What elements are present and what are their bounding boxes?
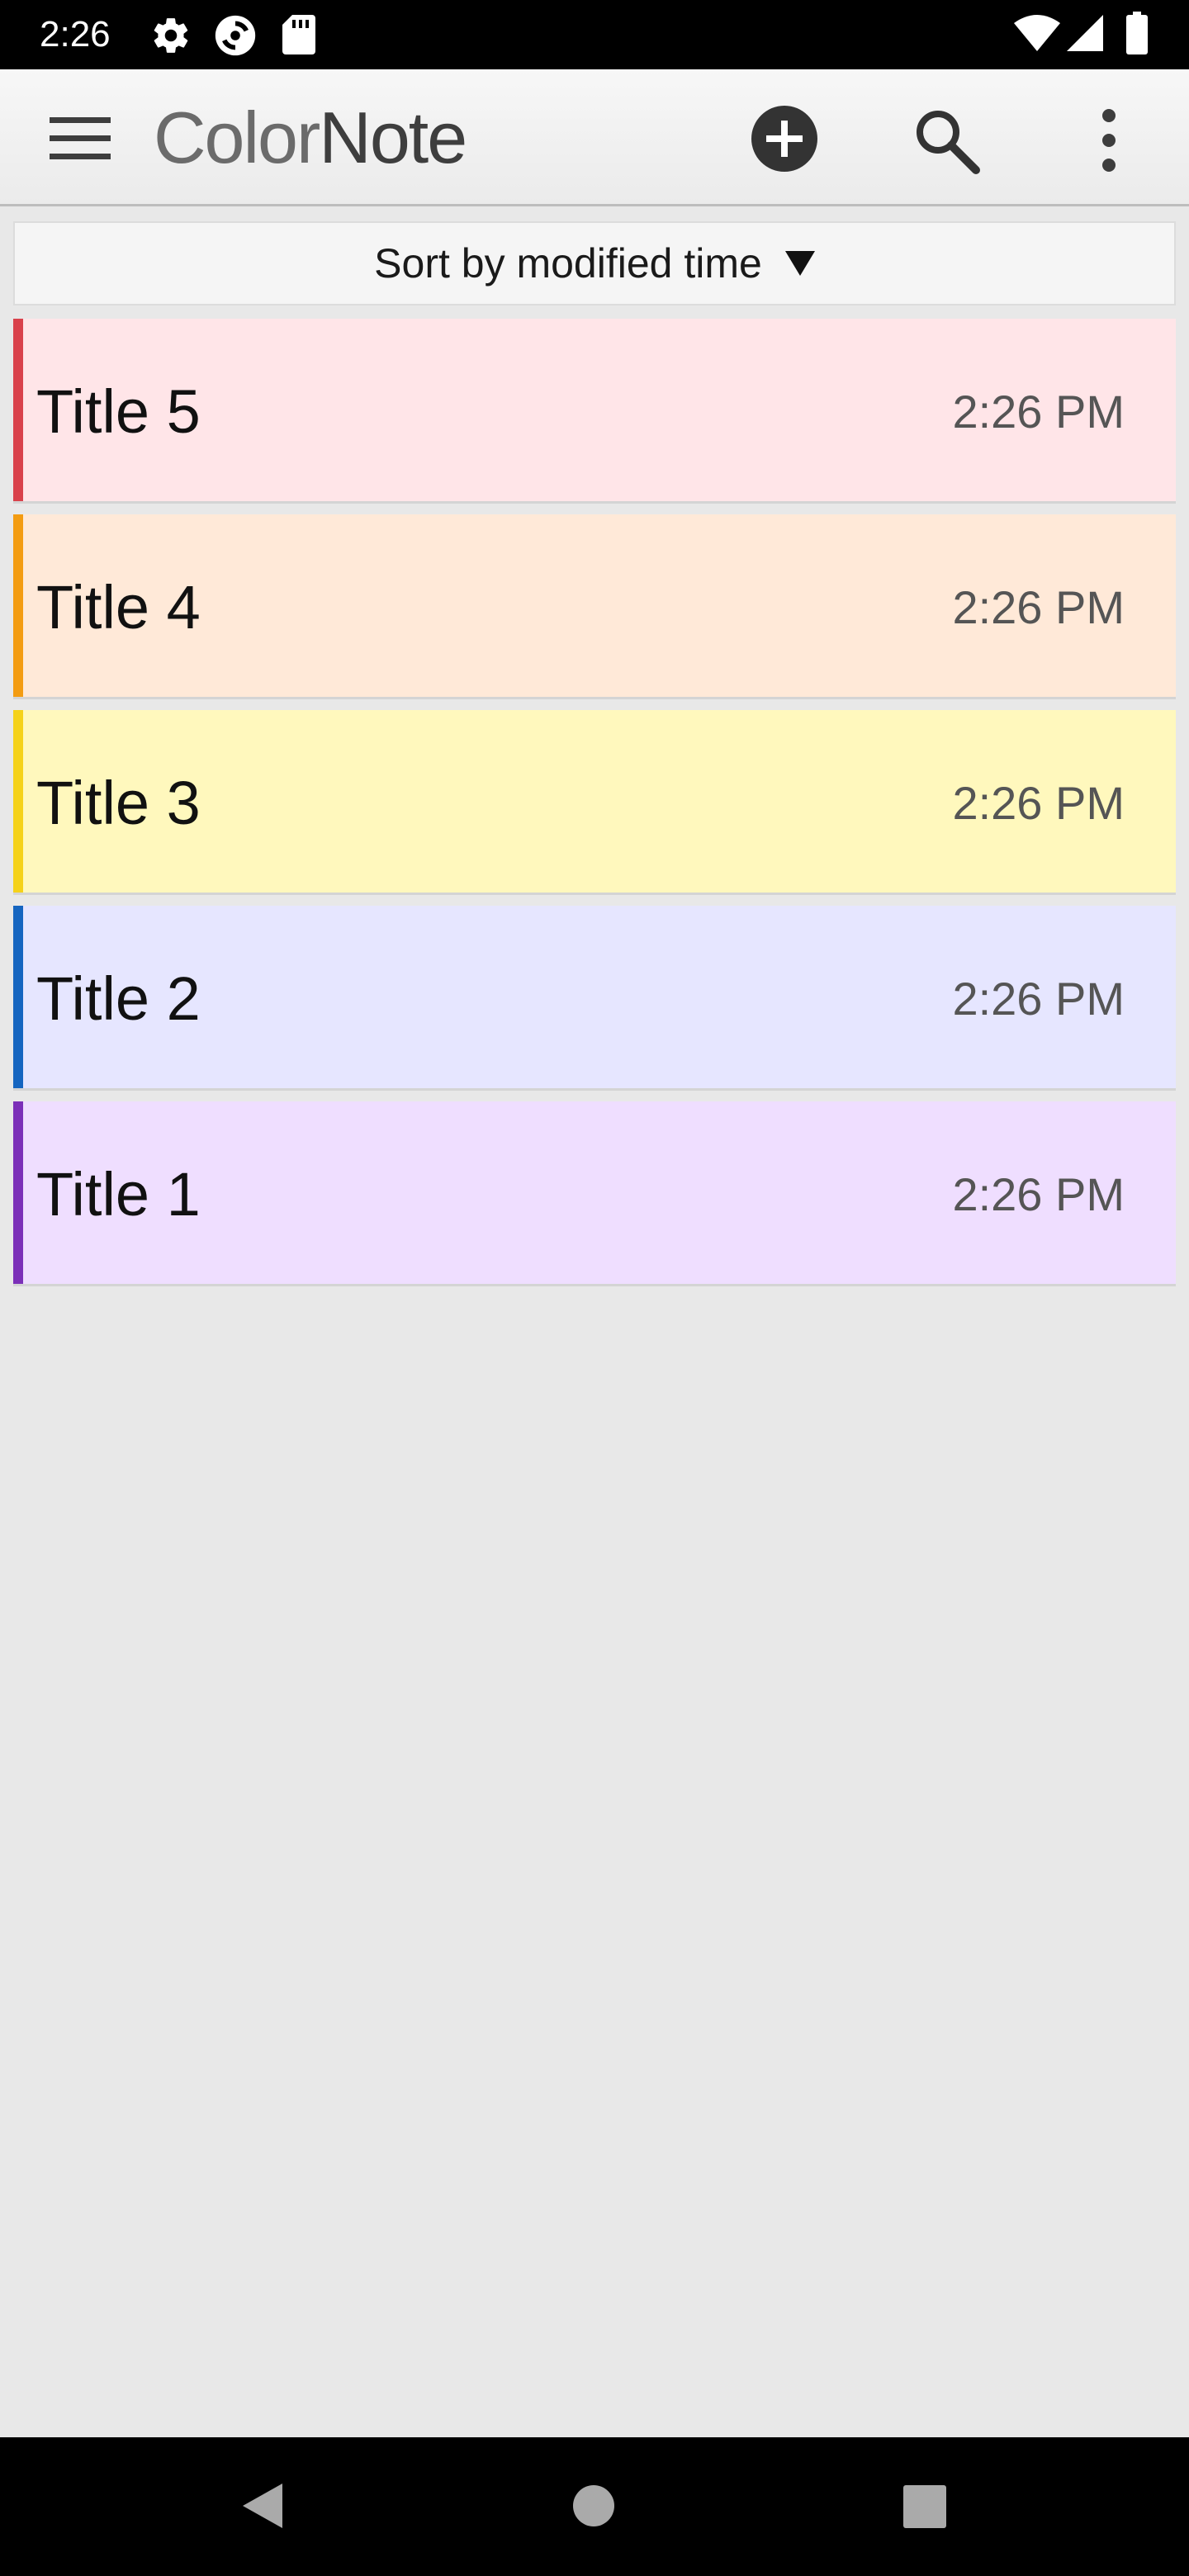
more-vert-icon: [1102, 109, 1116, 172]
note-title: Title 5: [36, 376, 201, 446]
note-color-bar: [13, 710, 23, 893]
recents-icon: [903, 2485, 946, 2528]
note-color-bar: [13, 1101, 23, 1284]
sort-selector[interactable]: Sort by modified time: [13, 221, 1176, 305]
back-button[interactable]: [239, 2480, 284, 2536]
logo-suffix: Note: [319, 97, 467, 178]
wifi-icon: [1014, 15, 1060, 51]
status-time: 2:26: [40, 14, 111, 54]
note-time: 2:26 PM: [952, 580, 1125, 633]
note-item[interactable]: Title 5 2:26 PM: [13, 319, 1176, 504]
note-color-bar: [13, 906, 23, 1088]
note-title: Title 3: [36, 768, 201, 837]
app-logo: ColorNote: [154, 101, 467, 175]
note-title: Title 4: [36, 572, 201, 642]
status-bar: 2:26: [0, 0, 1189, 69]
menu-button[interactable]: [46, 111, 116, 165]
system-nav-bar: [0, 2437, 1189, 2576]
search-button[interactable]: [912, 106, 981, 175]
menu-icon: [50, 117, 111, 159]
home-icon: [573, 2485, 614, 2526]
home-button[interactable]: [571, 2484, 616, 2532]
sd-card-icon: [282, 15, 315, 54]
note-item[interactable]: Title 1 2:26 PM: [13, 1101, 1176, 1286]
add-icon: [751, 106, 817, 172]
note-color-bar: [13, 319, 23, 501]
note-time: 2:26 PM: [952, 385, 1125, 438]
note-list: Title 5 2:26 PM Title 4 2:26 PM Title 3 …: [13, 319, 1176, 1297]
search-icon: [917, 111, 980, 174]
note-item[interactable]: Title 3 2:26 PM: [13, 710, 1176, 895]
battery-icon: [1126, 12, 1148, 54]
note-time: 2:26 PM: [952, 972, 1125, 1025]
note-item[interactable]: Title 2 2:26 PM: [13, 906, 1176, 1091]
note-time: 2:26 PM: [952, 776, 1125, 829]
app-bar: ColorNote: [0, 69, 1189, 206]
dropdown-arrow-icon: [784, 251, 815, 276]
recents-button[interactable]: [903, 2485, 946, 2532]
note-title: Title 1: [36, 1159, 201, 1229]
logo-prefix: Color: [154, 97, 320, 178]
gear-icon: [150, 15, 192, 56]
add-note-button[interactable]: [750, 104, 819, 173]
note-item[interactable]: Title 4 2:26 PM: [13, 514, 1176, 699]
sort-label: Sort by modified time: [374, 240, 762, 286]
back-icon: [243, 2484, 282, 2528]
sync-icon: [211, 12, 259, 59]
note-color-bar: [13, 514, 23, 697]
signal-icon: [1067, 15, 1103, 51]
note-time: 2:26 PM: [952, 1167, 1125, 1220]
note-title: Title 2: [36, 964, 201, 1033]
more-options-button[interactable]: [1092, 106, 1126, 175]
